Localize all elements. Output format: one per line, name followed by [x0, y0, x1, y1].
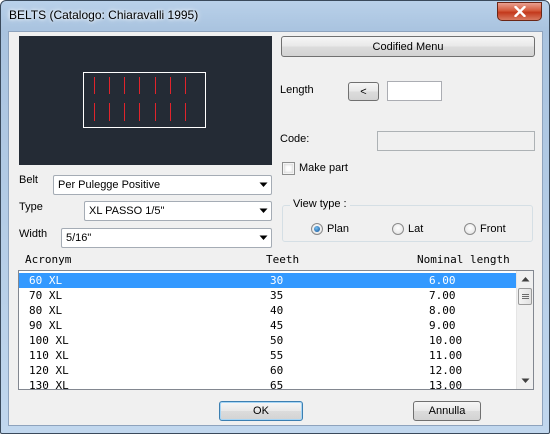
- table-row[interactable]: 100 XL 50 10.00: [19, 333, 516, 348]
- codified-menu-label: Codified Menu: [372, 40, 444, 53]
- length-pick-button[interactable]: <: [348, 82, 379, 101]
- table-row[interactable]: 70 XL 35 7.00: [19, 288, 516, 303]
- cell-acronym: 90 XL: [29, 319, 63, 332]
- scroll-down-icon[interactable]: [521, 378, 530, 384]
- belt-outline: [83, 72, 206, 128]
- cancel-button[interactable]: Annulla: [413, 401, 481, 421]
- view-front-label: Front: [480, 223, 506, 235]
- type-select-value: XL PASSO 1/5": [89, 205, 165, 217]
- view-plan-label: Plan: [327, 223, 350, 235]
- belt-select[interactable]: Per Pulegge Positive: [53, 175, 272, 195]
- table-row[interactable]: 60 XL 30 6.00: [19, 273, 516, 288]
- cell-acronym: 60 XL: [29, 274, 63, 287]
- column-header-acronym[interactable]: Acronym: [25, 253, 71, 266]
- cell-nominal-length: 11.00: [429, 349, 463, 362]
- width-label: Width: [19, 228, 48, 240]
- width-select[interactable]: 5/16": [61, 228, 272, 248]
- vertical-scrollbar[interactable]: [516, 271, 533, 389]
- table-row[interactable]: 90 XL 45 9.00: [19, 318, 516, 333]
- belt-preview: [19, 36, 272, 165]
- cell-nominal-length: 9.00: [429, 319, 456, 332]
- cell-teeth: 40: [270, 304, 284, 317]
- cell-teeth: 45: [270, 319, 284, 332]
- make-part-label: Make part: [299, 162, 348, 174]
- view-lat-radio[interactable]: [392, 223, 404, 235]
- cell-nominal-length: 7.00: [429, 289, 456, 302]
- close-icon: [513, 6, 526, 17]
- cell-nominal-length: 12.00: [429, 364, 463, 377]
- cell-nominal-length: 6.00: [429, 274, 456, 287]
- cell-teeth: 60: [270, 364, 284, 377]
- ok-button[interactable]: OK: [219, 401, 303, 421]
- cell-acronym: 70 XL: [29, 289, 63, 302]
- belt-list[interactable]: 60 XL 30 6.00 70 XL 35 7.00 80 XL 40 8.00 90 XL 45…: [18, 270, 534, 390]
- type-label: Type: [19, 201, 43, 213]
- cell-nominal-length: 8.00: [429, 304, 456, 317]
- chevron-down-icon: [259, 235, 268, 240]
- cell-nominal-length: 13.00: [429, 379, 463, 390]
- cell-acronym: 100 XL: [29, 334, 69, 347]
- view-lat-label: Lat: [408, 223, 424, 235]
- length-input[interactable]: [387, 81, 442, 101]
- table-row[interactable]: 120 XL 60 12.00: [19, 363, 516, 378]
- ok-label: OK: [253, 405, 269, 417]
- cell-acronym: 120 XL: [29, 364, 69, 377]
- belt-preview-drawing: [83, 72, 206, 128]
- cell-teeth: 50: [270, 334, 284, 347]
- dialog-window: BELTS (Catalogo: Chiaravalli 1995) Codif…: [0, 0, 550, 434]
- code-label: Code:: [280, 133, 310, 145]
- table-row[interactable]: 80 XL 40 8.00: [19, 303, 516, 318]
- belt-label: Belt: [19, 174, 38, 186]
- cell-teeth: 35: [270, 289, 284, 302]
- code-input[interactable]: [377, 131, 535, 151]
- cell-acronym: 110 XL: [29, 349, 69, 362]
- type-select[interactable]: XL PASSO 1/5": [84, 201, 272, 221]
- dialog-client-area: Codified Menu Length < Code: Make part B…: [8, 31, 543, 426]
- scrollbar-thumb[interactable]: [518, 288, 532, 305]
- cell-nominal-length: 10.00: [429, 334, 463, 347]
- codified-menu-button[interactable]: Codified Menu: [281, 36, 535, 57]
- view-front-radio[interactable]: [464, 223, 476, 235]
- view-type-label: View type :: [290, 198, 350, 210]
- cell-teeth: 30: [270, 274, 284, 287]
- table-row[interactable]: 110 XL 55 11.00: [19, 348, 516, 363]
- window-title: BELTS (Catalogo: Chiaravalli 1995): [9, 8, 199, 22]
- belt-list-rows: 60 XL 30 6.00 70 XL 35 7.00 80 XL 40 8.00 90 XL 45…: [19, 273, 516, 390]
- cell-acronym: 130 XL: [29, 379, 69, 390]
- view-plan-radio[interactable]: [311, 223, 323, 235]
- chevron-down-icon: [259, 208, 268, 213]
- cell-acronym: 80 XL: [29, 304, 63, 317]
- length-label: Length: [280, 84, 314, 96]
- close-button[interactable]: [497, 2, 542, 21]
- cell-teeth: 65: [270, 379, 284, 390]
- column-header-nominal-length[interactable]: Nominal length: [417, 253, 510, 266]
- width-select-value: 5/16": [66, 232, 92, 244]
- scroll-up-icon[interactable]: [521, 276, 530, 282]
- title-bar[interactable]: BELTS (Catalogo: Chiaravalli 1995): [1, 1, 549, 31]
- belt-select-value: Per Pulegge Positive: [58, 179, 161, 191]
- cancel-label: Annulla: [428, 405, 466, 417]
- length-pick-label: <: [360, 85, 367, 98]
- table-row[interactable]: 130 XL 65 13.00: [19, 378, 516, 390]
- make-part-checkbox[interactable]: [282, 162, 295, 175]
- column-header-teeth[interactable]: Teeth: [266, 253, 299, 266]
- belt-teeth: [94, 77, 186, 121]
- cell-teeth: 55: [270, 349, 284, 362]
- chevron-down-icon: [259, 182, 268, 187]
